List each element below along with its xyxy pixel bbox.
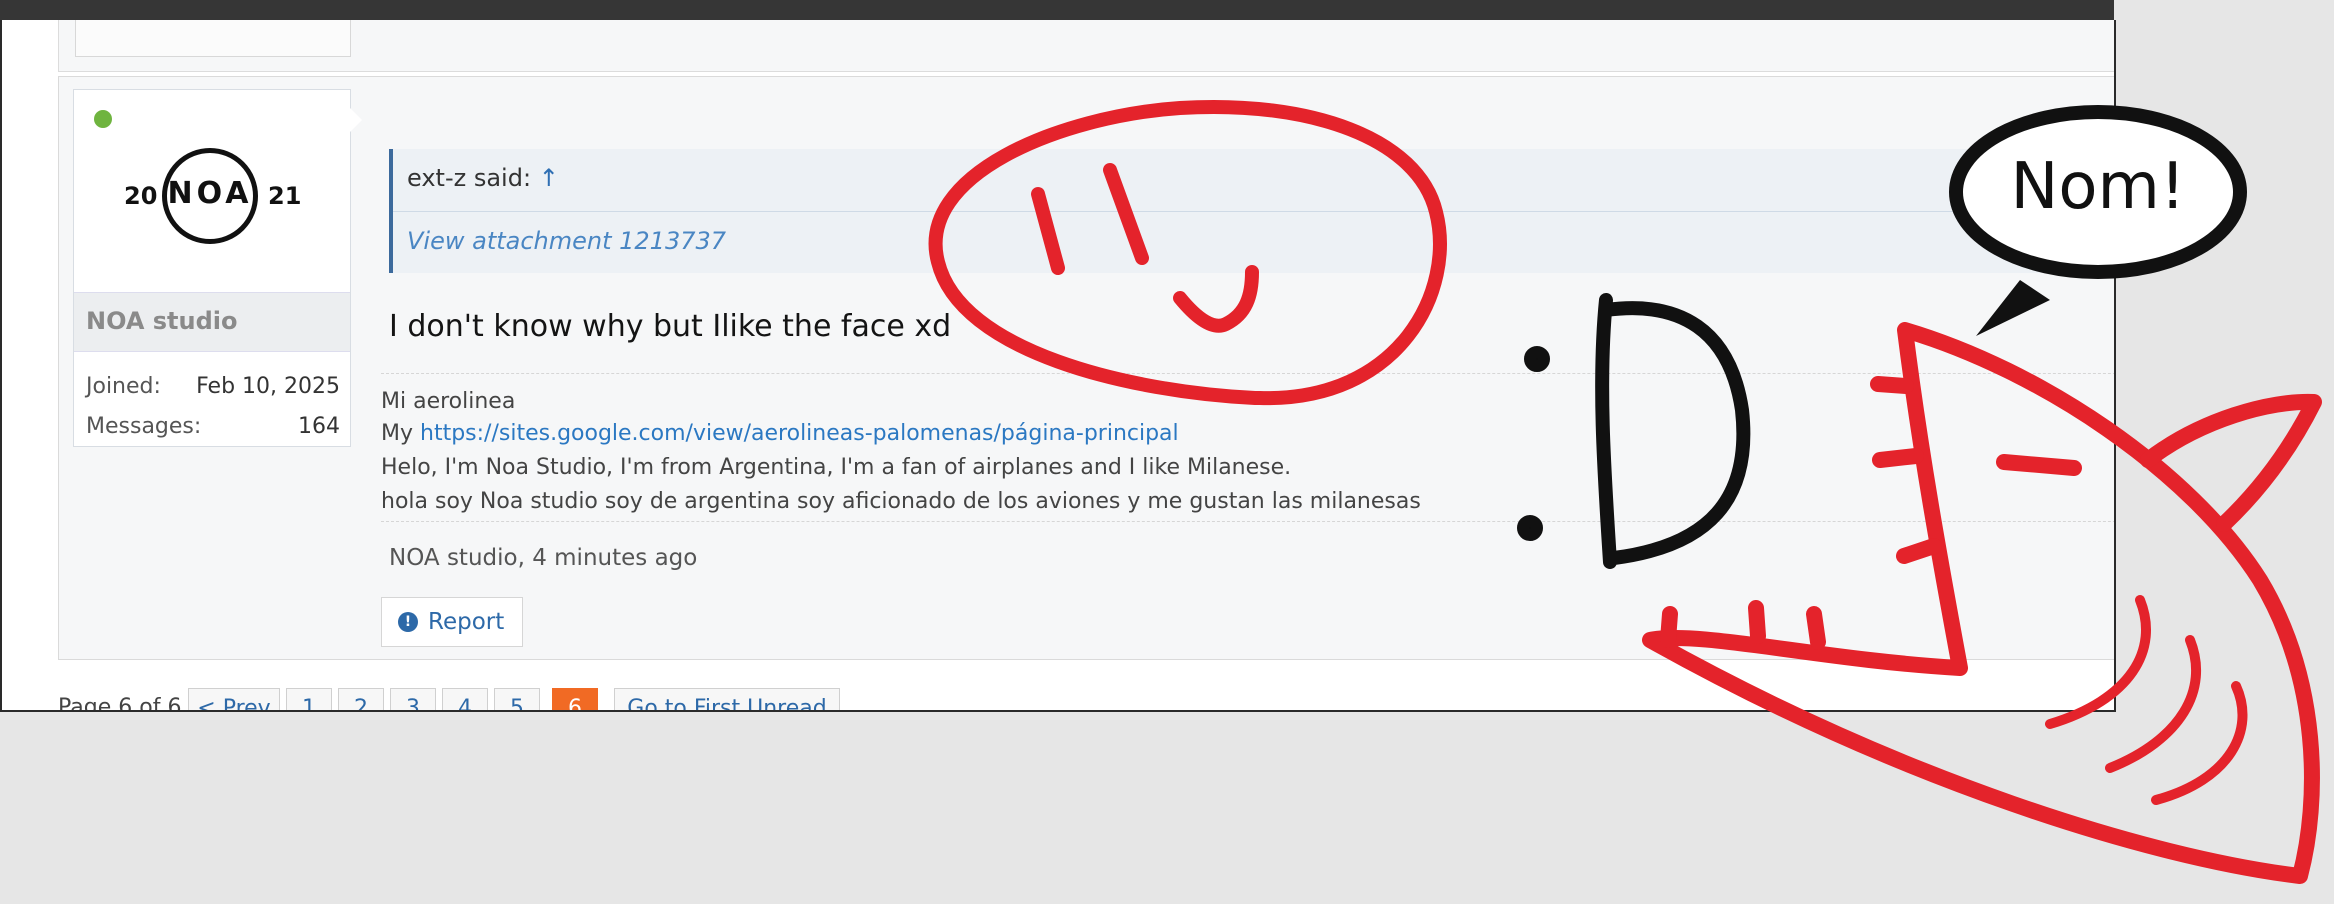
red-shark-fin bbox=[2140, 393, 2322, 532]
post-content: ext-z said: ↑ View attachment 1213737 I … bbox=[375, 77, 2114, 657]
forum-post: 20 NOA 21 NOA studio Joined: Feb 10, 202… bbox=[58, 76, 2114, 660]
user-card-pointer bbox=[350, 108, 362, 132]
messages-value: 164 bbox=[298, 414, 340, 439]
meta-divider bbox=[381, 521, 2114, 522]
pagination: Page 6 of 6 < Prev 1 2 3 4 5 6 Go to Fir… bbox=[58, 688, 958, 712]
report-button[interactable]: ! Report bbox=[381, 597, 523, 647]
avatar-logo-center: NOA bbox=[167, 176, 253, 211]
motion-line-2 bbox=[2105, 635, 2202, 773]
quote-jump-icon[interactable]: ↑ bbox=[539, 164, 559, 192]
page-1-button[interactable]: 1 bbox=[286, 688, 332, 710]
avatar-logo-right: 21 bbox=[268, 182, 302, 210]
speech-bubble-text: Nom! bbox=[2010, 150, 2186, 224]
post-meta[interactable]: NOA studio, 4 minutes ago bbox=[389, 545, 697, 571]
signature-divider bbox=[381, 373, 2114, 374]
report-label: Report bbox=[428, 609, 505, 635]
joined-row: Joined: Feb 10, 2025 bbox=[86, 374, 340, 399]
previous-post bbox=[58, 20, 2114, 72]
username[interactable]: NOA studio bbox=[86, 307, 238, 335]
username-bar: NOA studio bbox=[74, 292, 350, 352]
signature-line-1: Mi aerolinea bbox=[381, 389, 516, 414]
messages-row: Messages: 164 bbox=[86, 414, 340, 439]
user-card: 20 NOA 21 NOA studio Joined: Feb 10, 202… bbox=[73, 89, 362, 447]
post-body: I don't know why but Ilike the face xd bbox=[389, 309, 952, 344]
go-to-first-unread-button[interactable]: Go to First Unread bbox=[614, 688, 840, 710]
attachment-link[interactable]: View attachment 1213737 bbox=[407, 227, 726, 255]
joined-label: Joined: bbox=[86, 374, 161, 399]
avatar-logo-left: 20 bbox=[124, 182, 158, 210]
previous-post-user-card bbox=[75, 20, 351, 57]
messages-label: Messages: bbox=[86, 414, 202, 439]
avatar[interactable]: 20 NOA 21 bbox=[124, 148, 308, 248]
motion-line-3 bbox=[2151, 681, 2248, 805]
info-icon: ! bbox=[398, 612, 418, 632]
online-status-icon bbox=[94, 110, 112, 128]
quote-header: ext-z said: ↑ bbox=[393, 149, 2114, 212]
page-2-button[interactable]: 2 bbox=[338, 688, 384, 710]
quote-block: ext-z said: ↑ View attachment 1213737 bbox=[389, 149, 2114, 273]
signature-prefix: My bbox=[381, 421, 414, 446]
page-label: Page 6 of 6 bbox=[58, 695, 182, 712]
window-top-bar bbox=[0, 0, 2114, 20]
forum-screenshot: 20 NOA 21 NOA studio Joined: Feb 10, 202… bbox=[0, 20, 2116, 712]
signature-link[interactable]: https://sites.google.com/view/aerolineas… bbox=[420, 421, 1179, 446]
prev-button[interactable]: < Prev bbox=[188, 688, 280, 710]
page-4-button[interactable]: 4 bbox=[442, 688, 488, 710]
quote-author-text: ext-z said: bbox=[407, 164, 532, 192]
signature-line-3: Helo, I'm Noa Studio, I'm from Argentina… bbox=[381, 455, 1292, 480]
quote-author[interactable]: ext-z said: ↑ bbox=[407, 164, 559, 192]
joined-value: Feb 10, 2025 bbox=[196, 374, 340, 399]
signature-overflow: hola soy Noa studio soy de argentina soy… bbox=[375, 489, 2114, 515]
signature-line-4: hola soy Noa studio soy de argentina soy… bbox=[381, 489, 1421, 514]
page-6-button[interactable]: 6 bbox=[552, 688, 598, 710]
page-5-button[interactable]: 5 bbox=[494, 688, 540, 710]
signature-line-2: My https://sites.google.com/view/aerolin… bbox=[381, 421, 1179, 446]
page-3-button[interactable]: 3 bbox=[390, 688, 436, 710]
